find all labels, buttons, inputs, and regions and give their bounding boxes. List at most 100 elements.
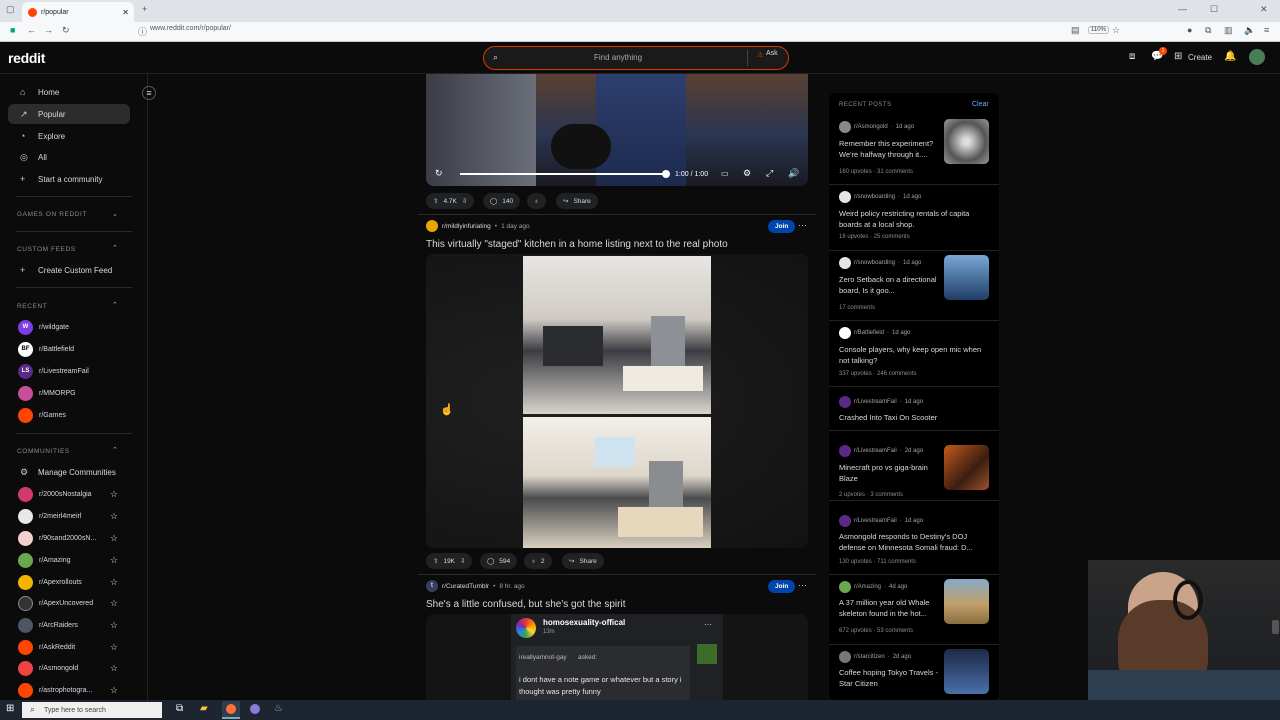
url-field[interactable]: www.reddit.com/r/popular/ <box>150 25 231 32</box>
video-progress-bar[interactable] <box>460 173 666 175</box>
share-button[interactable]: ↪ Share <box>562 553 604 569</box>
tab-close-icon[interactable]: ✕ <box>122 8 129 17</box>
star-icon[interactable]: ☆ <box>110 663 118 674</box>
recent-community[interactable]: r/Games <box>18 406 136 424</box>
downvote-icon[interactable]: ⇩ <box>460 557 465 565</box>
task-view-icon[interactable]: ⧉ <box>176 703 183 714</box>
community-item[interactable]: r/astrophotogra... ☆ <box>18 681 136 699</box>
subreddit-link[interactable]: r/mildlyinfuriating <box>442 223 491 230</box>
zoom-level[interactable]: 110% <box>1088 26 1109 34</box>
star-icon[interactable]: ☆ <box>110 533 118 544</box>
volume-icon[interactable]: 🔊 <box>788 168 799 179</box>
chevron-down-icon[interactable]: ⌄ <box>112 210 118 218</box>
subreddit-avatar[interactable] <box>426 220 438 232</box>
post-image-gallery[interactable] <box>426 254 808 548</box>
avatar[interactable] <box>1249 49 1265 65</box>
community-item[interactable]: r/2000sNostalgia ☆ <box>18 485 136 503</box>
join-button[interactable]: Join <box>768 220 796 233</box>
post-image[interactable]: homosexuality-offical 13m ⋯ ireallyamnot… <box>426 614 808 700</box>
star-icon[interactable]: ☆ <box>110 685 118 696</box>
recent-community[interactable]: r/MMORPG <box>18 384 136 402</box>
post-title[interactable]: She's a little confused, but she's got t… <box>426 599 626 610</box>
recent-post-item[interactable]: r/LivestreamFail · 1d ago Crashed Into Tax… <box>829 387 999 431</box>
site-info-icon[interactable]: ⓘ <box>138 25 147 38</box>
more-options-icon[interactable]: ⋯ <box>798 580 807 591</box>
search-input[interactable]: Find anything <box>594 53 642 62</box>
comments-button[interactable]: ◯ 594 <box>480 553 518 569</box>
extension-icon[interactable]: ● <box>1187 25 1192 35</box>
star-icon[interactable]: ☆ <box>110 598 118 609</box>
community-item[interactable]: r/ApexUncovered ☆ <box>18 594 136 612</box>
extensions-icon[interactable]: ⧉ <box>1205 25 1211 36</box>
recent-community[interactable]: Wr/wildgate <box>18 318 136 336</box>
clear-button[interactable]: Clear <box>972 101 989 108</box>
replay-icon[interactable]: ↻ <box>435 168 443 179</box>
community-item[interactable]: r/90sand2000sN... ☆ <box>18 529 136 547</box>
workspace-icon[interactable]: ■ <box>10 25 15 35</box>
volume-icon[interactable]: 🔈 <box>1244 25 1255 36</box>
reader-icon[interactable]: ▤ <box>1071 25 1080 36</box>
community-item[interactable]: r/Amazing ☆ <box>18 551 136 569</box>
video-player[interactable]: ↻ 1:00 / 1:00 ▭ ⚙ ⤢ 🔊 <box>426 74 808 186</box>
upvote-icon[interactable]: ⇧ <box>433 197 438 205</box>
community-item[interactable]: r/ArcRaiders ☆ <box>18 616 136 634</box>
star-icon[interactable]: ☆ <box>110 620 118 631</box>
taskbar-search[interactable]: ⌕ Type here to search <box>22 702 162 718</box>
post-title[interactable]: This virtually "staged" kitchen in a hom… <box>426 239 728 250</box>
games-heading[interactable]: GAMES ON REDDIT <box>17 211 87 218</box>
ask-button[interactable]: Ask <box>766 50 778 57</box>
recent-post-item[interactable]: r/snowboarding · 1d ago Weird policy restr… <box>829 185 999 251</box>
windows-start-icon[interactable]: ⊞ <box>6 703 14 714</box>
community-item[interactable]: r/2meirl4meirl ☆ <box>18 507 136 525</box>
fullscreen-icon[interactable]: ⤢ <box>766 168 773 179</box>
sidebar-toggle-icon[interactable]: ▢ <box>6 4 15 15</box>
subreddit-link[interactable]: r/CuratedTumblr <box>442 583 489 590</box>
nav-explore[interactable]: ◔ Explore <box>8 126 130 146</box>
recent-community[interactable]: LS r/LivestreamFail <box>18 362 136 380</box>
comments-button[interactable]: ◯ 140 <box>483 193 521 209</box>
award-button[interactable]: ♁ 2 <box>524 553 552 569</box>
steam-icon[interactable]: ♨ <box>274 703 283 714</box>
nav-start-community[interactable]: + Start a community <box>8 169 130 189</box>
forward-icon[interactable]: → <box>44 25 53 35</box>
upvote-icon[interactable]: ⇧ <box>433 557 438 565</box>
ads-icon[interactable]: ⧈ <box>1129 51 1135 62</box>
create-button[interactable]: Create <box>1188 53 1212 62</box>
back-icon[interactable]: ← <box>27 25 36 35</box>
recent-post-item[interactable]: r/Battlefield · 1d ago Console players, wh… <box>829 321 999 387</box>
manage-communities[interactable]: ⚙ Manage Communities <box>8 462 130 482</box>
nav-popular[interactable]: ↗ Popular <box>8 104 130 124</box>
star-icon[interactable]: ☆ <box>110 642 118 653</box>
collections-icon[interactable]: ▥ <box>1224 25 1233 36</box>
browser-tab[interactable]: r/popular ✕ <box>22 2 134 22</box>
community-item[interactable]: r/Apexrollouts ☆ <box>18 573 136 591</box>
window-close-icon[interactable]: ✕ <box>1260 4 1268 15</box>
chevron-up-icon[interactable]: ⌃ <box>112 301 118 309</box>
subreddit-avatar[interactable]: t <box>426 580 438 592</box>
community-item[interactable]: r/AskReddit ☆ <box>18 638 136 656</box>
chevron-up-icon[interactable]: ⌃ <box>112 446 118 454</box>
page-scrollbar-thumb[interactable] <box>1272 620 1279 634</box>
custom-feeds-heading[interactable]: CUSTOM FEEDS <box>17 246 76 253</box>
collapse-sidebar-icon[interactable]: ≡ <box>142 86 156 100</box>
star-icon[interactable]: ☆ <box>110 555 118 566</box>
recent-community[interactable]: BF r/Battlefield <box>18 340 136 358</box>
reddit-logo[interactable]: reddit <box>8 50 45 66</box>
star-icon[interactable]: ☆ <box>110 511 118 522</box>
downvote-icon[interactable]: ⇩ <box>462 197 467 205</box>
notifications-bell-icon[interactable]: 🔔 <box>1224 51 1236 62</box>
bookmark-star-icon[interactable]: ☆ <box>1112 25 1120 36</box>
recent-post-item[interactable]: r/LivestreamFail · 2d ago Minecraft pro vs… <box>829 431 999 501</box>
minimize-icon[interactable]: — <box>1178 4 1187 14</box>
chevron-up-icon[interactable]: ⌃ <box>112 244 118 252</box>
taskbar-search-input[interactable]: Type here to search <box>44 707 106 714</box>
recent-post-item[interactable]: r/LivestreamFail · 1d ago Asmongold respon… <box>829 501 999 575</box>
community-item[interactable]: r/Asmongold ☆ <box>18 659 136 677</box>
join-button[interactable]: Join <box>768 580 796 593</box>
communities-heading[interactable]: COMMUNITIES <box>17 448 70 455</box>
star-icon[interactable]: ☆ <box>110 577 118 588</box>
file-explorer-icon[interactable]: ▰ <box>200 703 208 714</box>
recent-post-item[interactable]: r/snowboarding · 1d ago Zero Setback on a … <box>829 251 999 321</box>
settings-gear-icon[interactable]: ⚙ <box>743 168 751 179</box>
share-button[interactable]: ↪ Share <box>556 193 598 209</box>
